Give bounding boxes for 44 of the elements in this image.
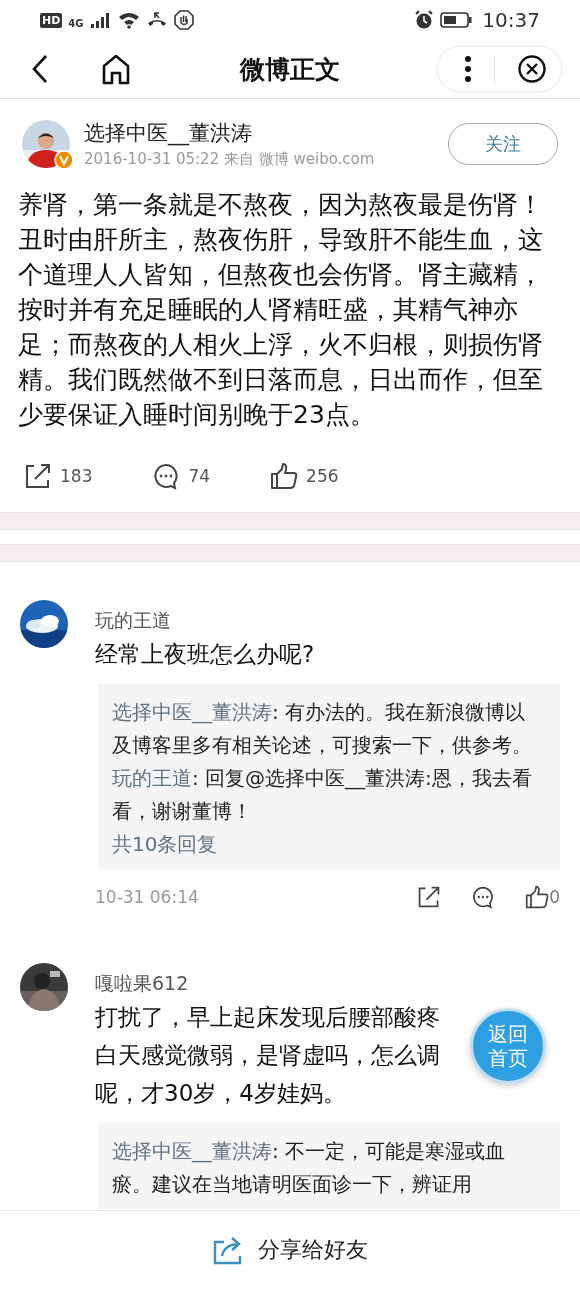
reply-author-link[interactable]: 玩的王道 bbox=[112, 766, 192, 790]
post-meta: 2016-10-31 05:22 来自 微博 weibo.com bbox=[84, 150, 376, 169]
post-text: 养肾，第一条就是不熬夜，因为熬夜最是伤肾！丑时由肝所主，熬夜伤肝，导致肝不能生血，这个道理人人皆知，但熬夜也会伤肾。肾主藏精，按时并有充足睡眠的人肾精旺盛，其精气神亦足；而熬夜的人相火上浮，火不归根，则损伤肾精。我们既然做不到日落而息，日出而作，但至少要保证入睡时间别晚于23点。 bbox=[17, 189, 544, 431]
commenter-name[interactable]: 玩的王道 bbox=[95, 608, 560, 634]
more-replies-link[interactable]: 共10条回复 bbox=[112, 828, 534, 861]
thumbs-up-icon bbox=[270, 462, 299, 490]
like-button[interactable]: 0 bbox=[525, 885, 560, 909]
comment-button[interactable]: 74 bbox=[152, 462, 211, 490]
network-label: 4G bbox=[68, 18, 84, 29]
reply-text: 选择中医__董洪涛: 不一定，可能是寒湿或血瘀。建议在当地请明医面诊一下，辨证用 bbox=[112, 1138, 507, 1198]
share-icon bbox=[212, 1234, 244, 1266]
like-button[interactable]: 256 bbox=[270, 462, 339, 490]
comment-text: 打扰了，早上起床发现后腰部酸疼 bbox=[95, 1003, 440, 1032]
author-name[interactable]: 选择中医__董洪涛 bbox=[84, 119, 448, 147]
wifi-icon bbox=[117, 11, 140, 29]
share-to-friends-button[interactable]: 分享给好友 bbox=[206, 1233, 374, 1267]
hand-icon bbox=[173, 10, 194, 30]
reply-text: 玩的王道: 回复@选择中医__董洪涛:恩，我去看看，谢谢董博！ bbox=[112, 765, 533, 825]
thumbs-up-icon bbox=[525, 885, 550, 909]
share-icon[interactable] bbox=[417, 885, 442, 909]
home-icon[interactable] bbox=[100, 53, 132, 85]
reply-text: 选择中医__董洪涛: 有办法的。我在新浪微博以及博客里多有相关论述，可搜索一下，供参考。 bbox=[112, 699, 533, 759]
follow-button[interactable]: 关注 bbox=[448, 123, 558, 165]
share-icon bbox=[24, 462, 52, 490]
page-title: 微博正文 bbox=[238, 53, 341, 86]
commenter-name[interactable]: 嘎啦果612 bbox=[95, 971, 560, 997]
comment-icon bbox=[152, 462, 181, 490]
hd-badge: HD bbox=[40, 12, 63, 28]
comment-text: 白天感觉微弱，是肾虚吗，怎么调 bbox=[95, 1041, 440, 1070]
signal-icon bbox=[89, 11, 112, 29]
comment-icon[interactable] bbox=[471, 885, 496, 909]
comment-time: 10-31 06:14 bbox=[95, 887, 199, 907]
reply-author-link[interactable]: 选择中医__董洪涛 bbox=[112, 1139, 272, 1163]
reply-author-link[interactable]: 选择中医__董洪涛 bbox=[112, 700, 272, 724]
more-icon[interactable] bbox=[464, 55, 472, 83]
comment-text: 呢，才30岁，4岁娃妈。 bbox=[95, 1079, 346, 1108]
status-time: 10:37 bbox=[482, 8, 540, 32]
missed-call-icon bbox=[145, 11, 168, 29]
back-icon[interactable] bbox=[30, 54, 50, 84]
battery-icon bbox=[440, 12, 473, 28]
repost-button[interactable]: 183 bbox=[24, 462, 93, 490]
close-icon[interactable] bbox=[517, 54, 547, 84]
comment-text: 经常上夜班怎么办呢? bbox=[95, 640, 315, 669]
alarm-icon bbox=[414, 10, 435, 30]
